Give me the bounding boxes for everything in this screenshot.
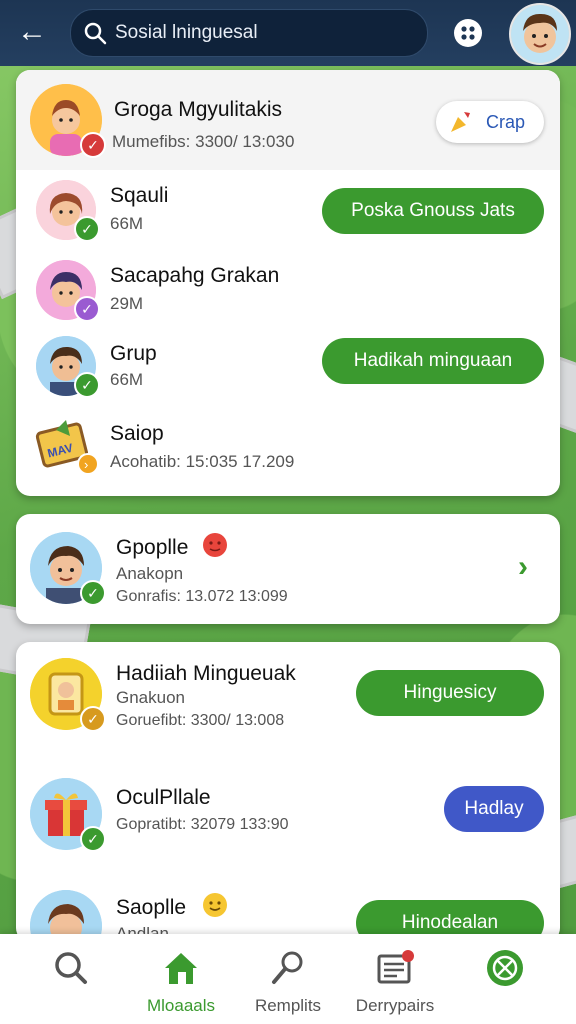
nav-home-label: Mloaaals xyxy=(146,996,216,1015)
microphone-icon xyxy=(272,951,303,984)
item-meta: 66M xyxy=(110,214,144,233)
item-line1: Gnakuon xyxy=(116,688,185,707)
nav-search[interactable] xyxy=(16,934,126,1024)
hinguesicy-button[interactable]: Hinguesicy xyxy=(356,670,544,716)
svg-text:›: › xyxy=(84,457,88,472)
smiley-icon xyxy=(203,893,227,917)
avatar: ✓ xyxy=(30,532,106,606)
item-name: Grup xyxy=(110,342,157,365)
group-header: ✓ Groga Mgyulitakis Mumefibs: 3300/ 13:0… xyxy=(16,70,560,170)
close-circle-icon xyxy=(487,950,523,986)
item-line2: Goruefibt: 3300/ 13:008 xyxy=(116,712,285,729)
map-sign-icon: MAV › xyxy=(34,418,99,478)
item-line1: Gopratibt: 32079 133:90 xyxy=(116,816,289,833)
chevron-right-icon[interactable]: › xyxy=(518,550,528,584)
list-item[interactable]: ✓ Sqauli 66M Poska Gnouss Jats xyxy=(16,170,560,250)
list-item[interactable]: MAV › Saiop Acohatib: 15:035 17.209 xyxy=(16,410,560,490)
avatar: ✓ xyxy=(36,180,100,242)
item-name: Sacapahg Grakan xyxy=(110,264,280,287)
top-bar: ← Sosial lninguesal xyxy=(0,0,576,66)
avatar: ✓ xyxy=(30,84,106,158)
search-input[interactable]: Sosial lninguesal xyxy=(115,22,258,44)
profile-card[interactable]: ✓ Gpoplle Anakopn Gonrafis: 13.072 13:09… xyxy=(16,514,560,624)
list-item[interactable]: ✓ Hadiiah Mingueuak Gnakuon Goruefibt: 3… xyxy=(16,642,560,742)
verified-badge-icon: ✓ xyxy=(74,372,100,398)
poska-button[interactable]: Poska Gnouss Jats xyxy=(322,188,544,234)
bottom-nav: Mloaaals Remplits Derrypairs xyxy=(0,934,576,1024)
group-card: ✓ Groga Mgyulitakis Mumefibs: 3300/ 13:0… xyxy=(16,70,560,496)
emoji-icon xyxy=(203,533,227,557)
item-meta: 66M xyxy=(110,370,144,389)
list-item[interactable]: ✓ Grup 66M Hadikah minguaan xyxy=(16,330,560,410)
crap-button[interactable]: Crap xyxy=(436,101,544,143)
verified-badge-icon: ✓ xyxy=(80,706,106,732)
item-meta: 29M xyxy=(110,294,144,313)
news-icon xyxy=(377,950,414,984)
nav-remplits[interactable]: Remplits xyxy=(233,934,343,1024)
verified-badge-icon: ✓ xyxy=(80,580,106,606)
hadlay-button[interactable]: Hadlay xyxy=(444,786,544,832)
nav-derrypairs[interactable]: Derrypairs xyxy=(340,934,450,1024)
group-members: Mumefibs: 3300/ 13:030 xyxy=(112,132,295,151)
item-name: Saiop xyxy=(110,422,164,445)
verified-badge-icon: ✓ xyxy=(80,132,106,158)
search-icon xyxy=(84,22,107,45)
nav-remplits-label: Remplits xyxy=(254,996,322,1015)
item-name: Saoplle xyxy=(116,896,187,919)
nav-derrypairs-label: Derrypairs xyxy=(355,996,435,1015)
offers-card: ✓ Hadiiah Mingueuak Gnakuon Goruefibt: 3… xyxy=(16,642,560,942)
profile-name: Gpoplle xyxy=(116,536,189,559)
item-name: Hadiiah Mingueuak xyxy=(116,662,296,685)
profile-line1: Anakopn xyxy=(116,564,184,583)
avatar: ✓ xyxy=(36,336,100,398)
home-icon xyxy=(165,953,197,984)
avatar: ✓ xyxy=(30,658,106,732)
list-item[interactable]: ✓ Sacapahg Grakan 29M xyxy=(16,250,560,330)
nav-close[interactable] xyxy=(450,934,560,1024)
item-name: Sqauli xyxy=(110,184,169,207)
verified-badge-icon: ✓ xyxy=(80,826,106,852)
more-menu-icon[interactable] xyxy=(452,17,484,49)
party-horn-icon xyxy=(451,112,470,132)
search-bar[interactable]: Sosial lninguesal xyxy=(70,9,428,57)
gift-icon: ✓ xyxy=(30,778,106,852)
profile-line2: Gonrafis: 13.072 13:099 xyxy=(116,588,288,605)
search-icon xyxy=(55,952,87,984)
back-arrow-icon[interactable]: ← xyxy=(14,14,50,50)
crap-button-label: Crap xyxy=(486,112,526,132)
item-meta: Acohatib: 15:035 17.209 xyxy=(110,452,295,471)
nav-home[interactable]: Mloaaals xyxy=(126,934,236,1024)
list-item[interactable]: Saoplle Andlan Hinodealan xyxy=(16,882,560,942)
item-name: OculPllale xyxy=(116,786,211,809)
profile-avatar[interactable] xyxy=(509,3,571,65)
verified-badge-icon: ✓ xyxy=(74,296,100,322)
verified-badge-icon: ✓ xyxy=(74,216,100,242)
avatar: ✓ xyxy=(36,260,100,322)
group-title: Groga Mgyulitakis xyxy=(114,98,283,121)
hadikah-button[interactable]: Hadikah minguaan xyxy=(322,338,544,384)
list-item[interactable]: ✓ OculPllale Gopratibt: 32079 133:90 Had… xyxy=(16,772,560,862)
